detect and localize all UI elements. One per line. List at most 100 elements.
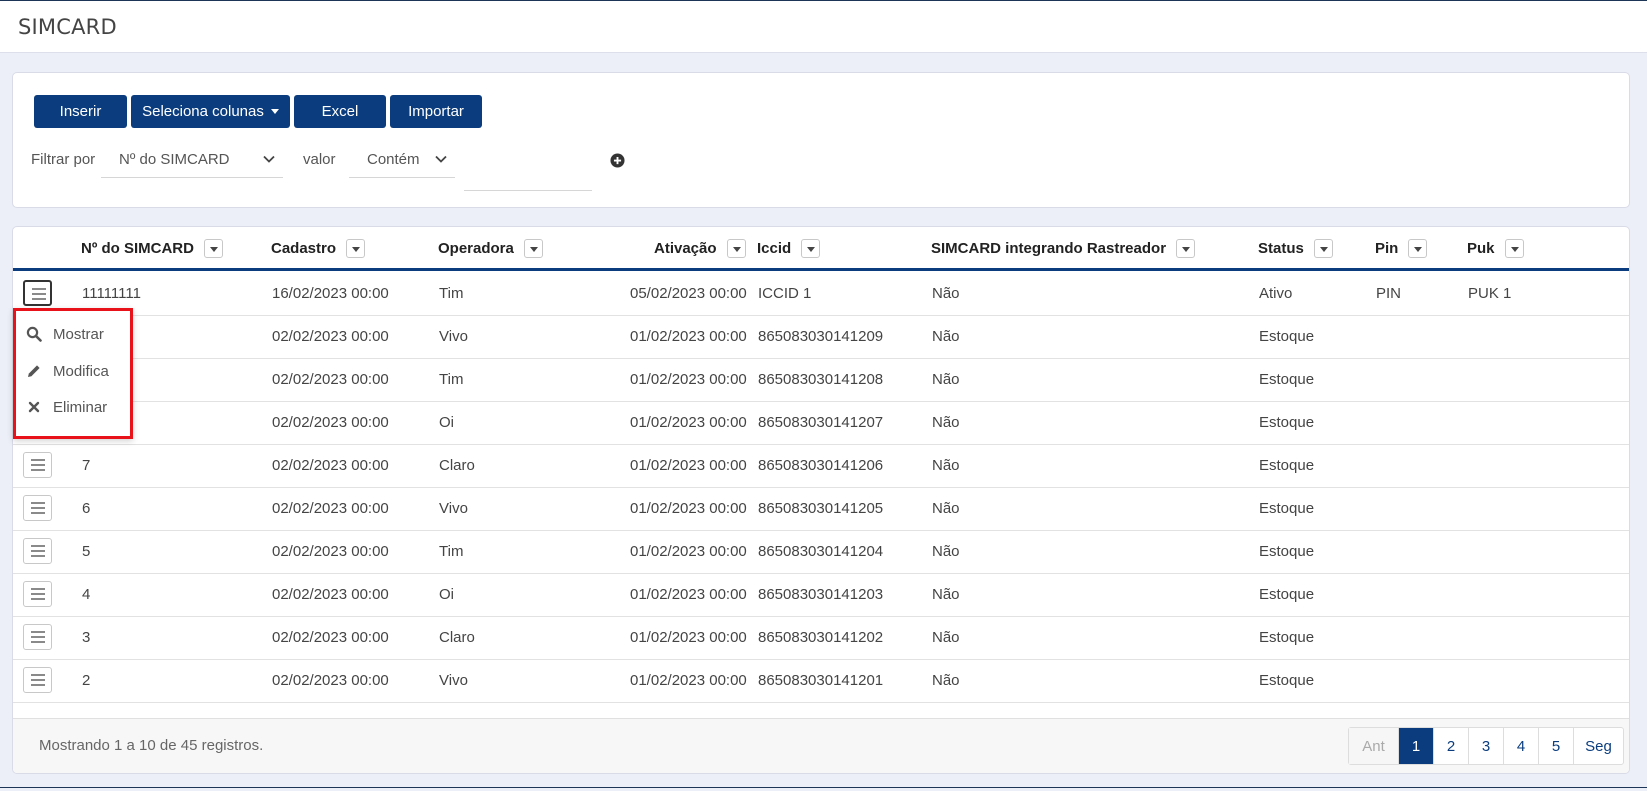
cell-cadastro: 02/02/2023 00:00 bbox=[272, 672, 389, 689]
menu-item-show[interactable]: Mostrar bbox=[26, 322, 104, 346]
page-title: SIMCARD bbox=[18, 15, 117, 39]
cell-integrando: Não bbox=[932, 586, 960, 603]
cell-cadastro: 02/02/2023 00:00 bbox=[272, 457, 389, 474]
cell-status: Ativo bbox=[1259, 285, 1293, 302]
column-header-iccid: Iccid bbox=[757, 239, 821, 258]
cell-operadora: Oi bbox=[439, 414, 454, 431]
pencil-icon bbox=[28, 365, 40, 377]
cell-cadastro: 02/02/2023 00:00 bbox=[272, 371, 389, 388]
cell-pin: PIN bbox=[1376, 285, 1402, 302]
chevron-down-icon bbox=[263, 155, 275, 163]
column-menu-button[interactable] bbox=[801, 239, 821, 258]
cell-operadora: Tim bbox=[439, 371, 464, 388]
select-columns-button[interactable]: Seleciona colunas bbox=[131, 95, 290, 128]
chevron-down-icon bbox=[435, 155, 447, 163]
menu-item-delete[interactable]: Eliminar bbox=[26, 395, 107, 419]
cell-num: 5 bbox=[82, 543, 91, 560]
table-row: 02/02/2023 00:00 Vivo 01/02/2023 00:00 8… bbox=[13, 314, 1629, 359]
cell-integrando: Não bbox=[932, 500, 960, 517]
excel-button[interactable]: Excel bbox=[294, 95, 386, 128]
table-row: 7 02/02/2023 00:00 Claro 01/02/2023 00:0… bbox=[13, 443, 1629, 488]
table-row: 6 02/02/2023 00:00 Vivo 01/02/2023 00:00… bbox=[13, 486, 1629, 531]
cell-status: Estoque bbox=[1259, 543, 1315, 560]
column-menu-button[interactable] bbox=[1408, 239, 1428, 258]
records-summary: Mostrando 1 a 10 de 45 registros. bbox=[39, 737, 264, 754]
cell-operadora: Claro bbox=[439, 457, 475, 474]
column-menu-button[interactable] bbox=[523, 239, 543, 258]
filter-value-input[interactable] bbox=[464, 141, 592, 191]
cell-iccid: 865083030141201 bbox=[758, 672, 884, 689]
filter-operator-select[interactable]: Contém bbox=[349, 141, 455, 178]
cell-status: Estoque bbox=[1259, 672, 1315, 689]
cell-operadora: Oi bbox=[439, 586, 454, 603]
caret-down-icon bbox=[270, 109, 279, 114]
cell-integrando: Não bbox=[932, 457, 960, 474]
cell-iccid: 865083030141206 bbox=[758, 457, 884, 474]
pagination-page-5[interactable]: 5 bbox=[1538, 728, 1573, 764]
data-table: Nº do SIMCARD Cadastro Operadora Ativaçã… bbox=[12, 226, 1630, 774]
cell-num: 11111111 bbox=[82, 285, 141, 302]
row-menu-button[interactable] bbox=[23, 452, 52, 478]
column-menu-button[interactable] bbox=[1313, 239, 1333, 258]
menu-item-edit[interactable]: Modifica bbox=[26, 359, 109, 383]
search-icon bbox=[26, 326, 42, 342]
cell-ativacao: 01/02/2023 00:00 bbox=[630, 586, 747, 603]
plus-circle-icon[interactable] bbox=[610, 153, 625, 168]
cell-integrando: Não bbox=[932, 629, 960, 646]
filter-field-value: Nº do SIMCARD bbox=[119, 150, 230, 168]
cell-operadora: Vivo bbox=[439, 500, 468, 517]
column-menu-button[interactable] bbox=[1176, 239, 1196, 258]
table-header: Nº do SIMCARD Cadastro Operadora Ativaçã… bbox=[13, 227, 1629, 271]
cell-ativacao: 01/02/2023 00:00 bbox=[630, 328, 747, 345]
column-menu-button[interactable] bbox=[1504, 239, 1524, 258]
cell-operadora: Vivo bbox=[439, 328, 468, 345]
table-row: 2 02/02/2023 00:00 Vivo 01/02/2023 00:00… bbox=[13, 658, 1629, 703]
bottom-border bbox=[0, 787, 1647, 788]
cell-iccid: 865083030141209 bbox=[758, 328, 884, 345]
menu-item-show-label: Mostrar bbox=[53, 325, 104, 343]
cell-num: 4 bbox=[82, 586, 91, 603]
column-menu-button[interactable] bbox=[346, 239, 366, 258]
cell-cadastro: 16/02/2023 00:00 bbox=[272, 285, 389, 302]
pagination-page-2[interactable]: 2 bbox=[1433, 728, 1468, 764]
filter-operator-value: Contém bbox=[367, 150, 420, 168]
column-header-cadastro: Cadastro bbox=[271, 239, 366, 258]
column-header-num: Nº do SIMCARD bbox=[81, 239, 223, 258]
cell-cadastro: 02/02/2023 00:00 bbox=[272, 328, 389, 345]
column-header-integrando: SIMCARD integrando Rastreador bbox=[931, 239, 1196, 258]
row-menu-button[interactable] bbox=[23, 280, 52, 306]
cell-integrando: Não bbox=[932, 371, 960, 388]
cell-ativacao: 01/02/2023 00:00 bbox=[630, 672, 747, 689]
cell-cadastro: 02/02/2023 00:00 bbox=[272, 543, 389, 560]
pagination-next[interactable]: Seg bbox=[1573, 728, 1623, 764]
cell-integrando: Não bbox=[932, 543, 960, 560]
pagination-page-3[interactable]: 3 bbox=[1468, 728, 1503, 764]
row-actions-menu: Mostrar Modifica Eliminar bbox=[13, 308, 133, 439]
row-menu-button[interactable] bbox=[23, 538, 52, 564]
row-menu-button[interactable] bbox=[23, 495, 52, 521]
cell-iccid: 865083030141208 bbox=[758, 371, 884, 388]
cell-operadora: Claro bbox=[439, 629, 475, 646]
pagination-prev[interactable]: Ant bbox=[1349, 728, 1398, 764]
import-button[interactable]: Importar bbox=[390, 95, 482, 128]
column-menu-button[interactable] bbox=[726, 239, 746, 258]
cell-operadora: Tim bbox=[439, 285, 464, 302]
column-menu-button[interactable] bbox=[203, 239, 223, 258]
cell-puk: PUK 1 bbox=[1468, 285, 1512, 302]
cell-iccid: 865083030141202 bbox=[758, 629, 884, 646]
cell-iccid: 865083030141203 bbox=[758, 586, 884, 603]
row-menu-button[interactable] bbox=[23, 624, 52, 650]
filter-field-select[interactable]: Nº do SIMCARD bbox=[101, 141, 283, 178]
page-header: SIMCARD bbox=[0, 0, 1647, 53]
cell-ativacao: 01/02/2023 00:00 bbox=[630, 500, 747, 517]
insert-button[interactable]: Inserir bbox=[34, 95, 127, 128]
table-row: 02/02/2023 00:00 Oi 01/02/2023 00:00 865… bbox=[13, 400, 1629, 445]
row-menu-button[interactable] bbox=[23, 667, 52, 693]
table-row: 5 02/02/2023 00:00 Tim 01/02/2023 00:00 … bbox=[13, 529, 1629, 574]
column-header-operadora: Operadora bbox=[438, 239, 543, 258]
row-menu-button[interactable] bbox=[23, 581, 52, 607]
pagination-page-4[interactable]: 4 bbox=[1503, 728, 1538, 764]
pagination-page-1[interactable]: 1 bbox=[1398, 728, 1433, 764]
menu-item-delete-label: Eliminar bbox=[53, 398, 108, 416]
cell-status: Estoque bbox=[1259, 500, 1315, 517]
